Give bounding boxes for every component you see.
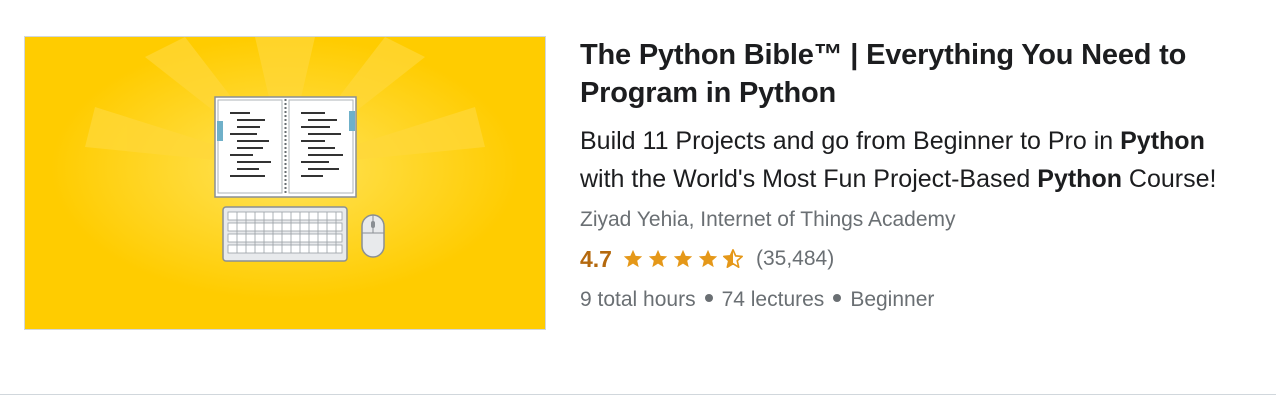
headline-text-1: Build 11 Projects and go from Beginner t… (580, 127, 1121, 155)
course-level: Beginner (850, 288, 935, 311)
star-full-icon (648, 249, 668, 268)
course-headline: Build 11 Projects and go from Beginner t… (580, 122, 1250, 198)
separator-dot (704, 294, 713, 303)
thumbnail-illustration (25, 37, 545, 329)
star-full-icon (623, 249, 643, 268)
headline-text-3: Course! (1121, 165, 1217, 193)
course-card[interactable]: The Python Bible™ | Everything You Need … (0, 0, 1276, 400)
card-divider (0, 394, 1276, 395)
headline-text-2: with the World's Most Fun Project-Based (580, 165, 1038, 193)
course-instructors: Ziyad Yehia, Internet of Things Academy (580, 208, 956, 231)
course-title[interactable]: The Python Bible™ | Everything You Need … (580, 36, 1250, 112)
mouse-icon (361, 214, 385, 258)
rating-count: (35,484) (755, 247, 835, 270)
keyboard-icon (222, 206, 348, 262)
headline-bold-2: Python (1037, 165, 1122, 193)
course-rating: 4.7 (35,484) (580, 242, 1250, 276)
open-book-icon (214, 96, 357, 198)
total-hours: 9 total hours (580, 288, 696, 311)
rating-stars (622, 248, 744, 270)
course-thumbnail[interactable] (24, 36, 546, 330)
course-info: The Python Bible™ | Everything You Need … (580, 36, 1250, 316)
star-full-icon (673, 249, 693, 268)
star-half-icon (722, 249, 743, 268)
lecture-count: 74 lectures (721, 288, 825, 311)
separator-dot (833, 294, 842, 303)
course-meta: 9 total hours 74 lectures Beginner (580, 284, 1250, 316)
headline-bold-1: Python (1120, 127, 1205, 155)
star-full-icon (698, 249, 718, 268)
rating-value: 4.7 (580, 245, 612, 272)
